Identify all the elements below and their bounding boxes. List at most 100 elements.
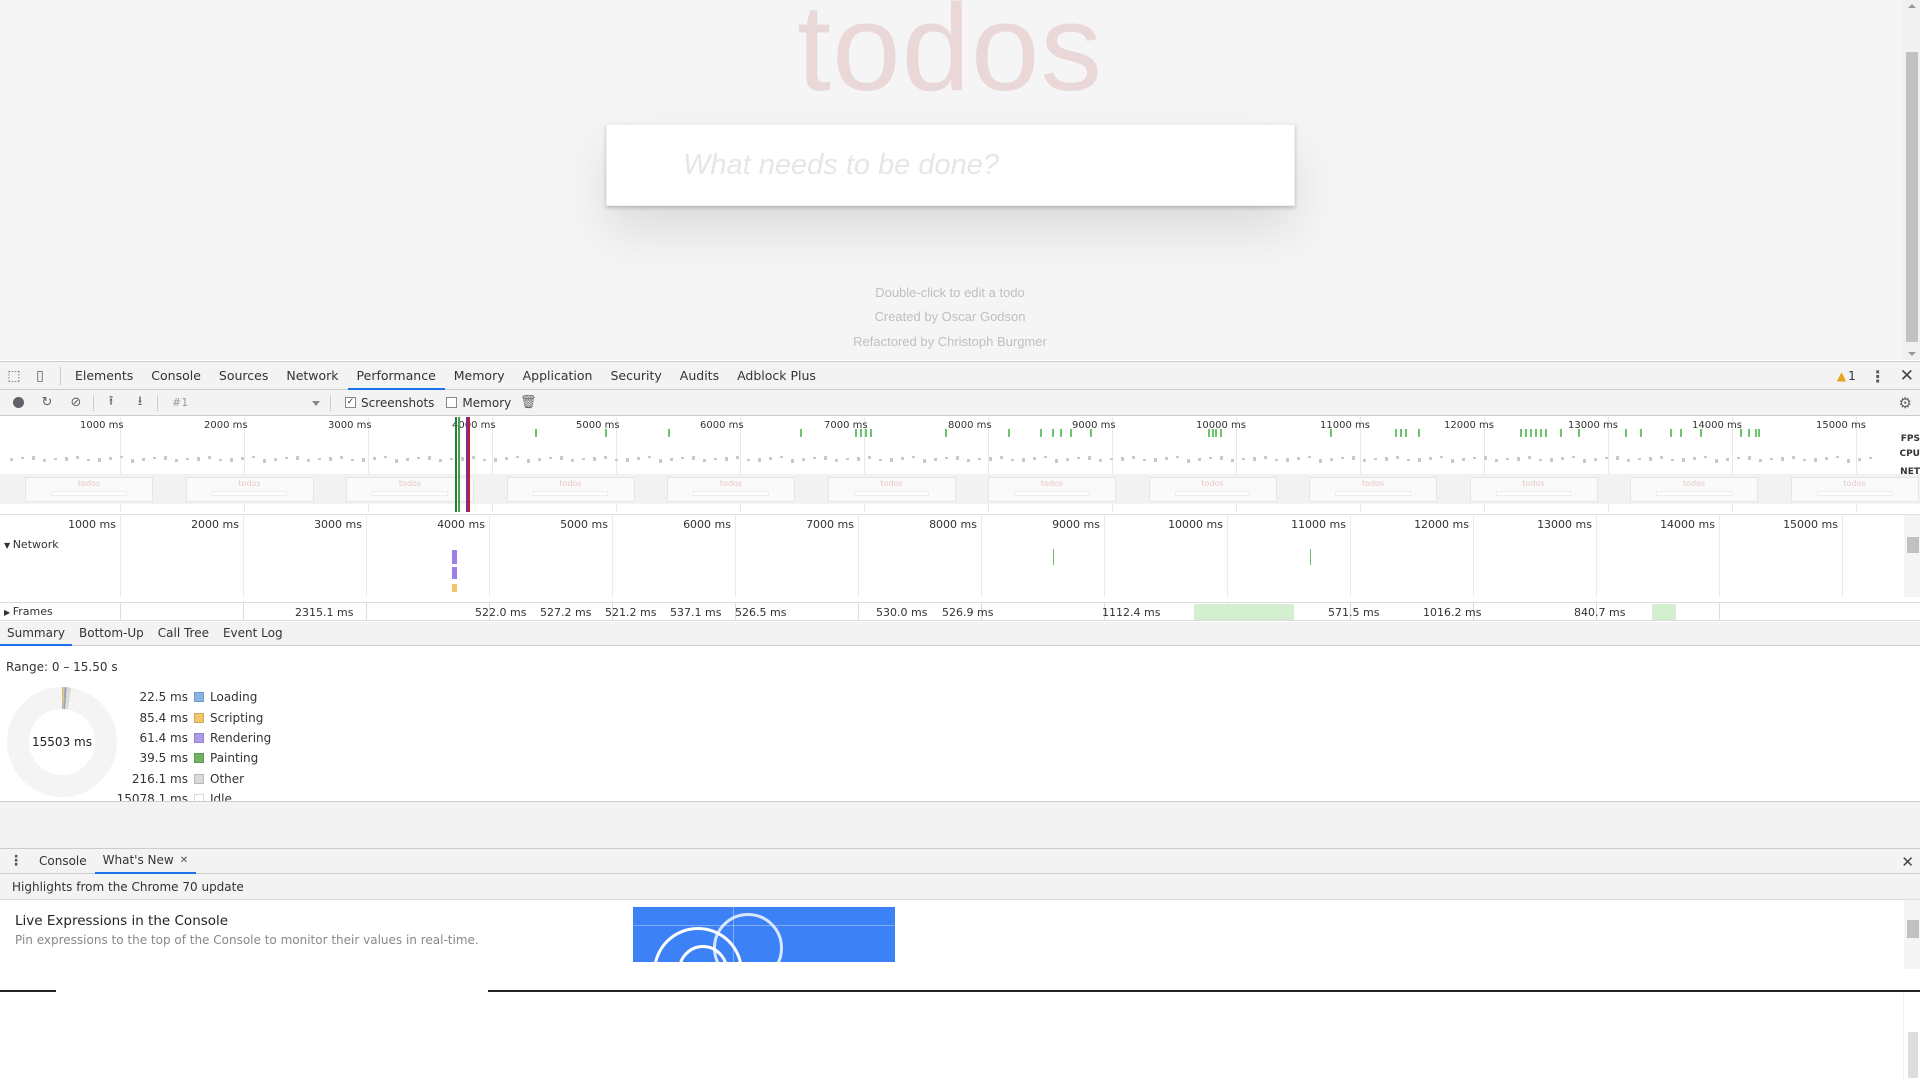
tab-security[interactable]: Security [601, 362, 670, 390]
performance-overview[interactable]: 1000 ms 2000 ms 3000 ms 4000 ms 5000 ms 6000 … [0, 417, 1920, 512]
tab-console[interactable]: Console [142, 362, 210, 390]
profile-select[interactable]: #1 [170, 394, 324, 412]
scroll-down-arrow-icon[interactable] [1908, 352, 1916, 356]
drawer-menu-icon[interactable]: ⋮ [9, 853, 23, 869]
cpu-activity-mark [1781, 457, 1784, 461]
tab-elements[interactable]: Elements [66, 362, 142, 390]
whats-new-scroll-thumb[interactable] [1907, 920, 1919, 938]
frame-duration[interactable]: 2315.1 ms [295, 606, 353, 619]
screenshots-checkbox[interactable]: ✓ Screenshots [345, 396, 434, 410]
timeline-tick-label: 8000 ms [929, 518, 977, 531]
tab-call-tree[interactable]: Call Tree [151, 622, 216, 646]
frame-duration[interactable]: 530.0 ms [876, 606, 927, 619]
collect-garbage-icon[interactable]: 🗑 [517, 392, 539, 414]
device-toolbar-icon[interactable]: ▯ [32, 368, 48, 384]
devtools-menu-icon[interactable]: ⋮ [1870, 367, 1886, 386]
page-scrollbar[interactable] [1903, 0, 1920, 360]
frame-block[interactable] [1652, 604, 1676, 620]
frame-duration[interactable]: 537.1 ms [670, 606, 721, 619]
screenshot-thumbnail[interactable]: todos [1309, 477, 1437, 502]
cpu-activity-mark [1077, 457, 1080, 459]
close-tab-icon[interactable]: ✕ [180, 848, 188, 873]
frame-duration[interactable]: 526.5 ms [735, 606, 786, 619]
whats-new-content: Live Expressions in the Console Pin expr… [0, 900, 1920, 969]
clear-button[interactable]: ⊘ [65, 392, 87, 414]
screenshot-thumbnail[interactable]: todos [1790, 477, 1919, 502]
timeline-gridline [366, 515, 367, 597]
screenshot-thumbnail[interactable]: todos [506, 477, 635, 502]
screenshots-checkbox-box[interactable]: ✓ [345, 397, 356, 408]
capture-settings-icon[interactable]: ⚙ [1899, 394, 1912, 412]
cpu-activity-mark [846, 458, 849, 460]
tab-performance[interactable]: Performance [347, 362, 445, 390]
inspect-element-icon[interactable]: ⬚ [6, 368, 22, 384]
scroll-up-arrow-icon[interactable] [1908, 4, 1916, 8]
close-devtools-icon[interactable]: ✕ [1900, 366, 1914, 386]
tab-application[interactable]: Application [514, 362, 602, 390]
network-request-bar[interactable] [452, 550, 457, 564]
cpu-activity-mark [417, 457, 420, 459]
page-scroll-thumb[interactable] [1906, 52, 1918, 342]
tab-audits[interactable]: Audits [671, 362, 728, 390]
timeline-scroll-thumb[interactable] [1907, 537, 1919, 553]
warning-badge[interactable]: ▲ 1 [1837, 369, 1856, 383]
cpu-activity-mark [1858, 458, 1861, 461]
load-profile-button[interactable]: ⭱ [100, 392, 122, 414]
feature-title[interactable]: Live Expressions in the Console [15, 913, 228, 929]
tab-summary[interactable]: Summary [0, 622, 72, 646]
tab-sources[interactable]: Sources [210, 362, 277, 390]
frame-duration[interactable]: 521.2 ms [605, 606, 656, 619]
frame-duration[interactable]: 526.9 ms [942, 606, 993, 619]
reload-record-button[interactable]: ↻ [36, 392, 58, 414]
frame-duration[interactable]: 840.7 ms [1574, 606, 1625, 619]
screenshot-thumbnail[interactable]: todos [988, 477, 1116, 502]
screenshot-thumbnail[interactable]: todos [185, 477, 314, 502]
whats-new-scrollbar[interactable] [1904, 900, 1920, 969]
cpu-activity-mark [725, 457, 728, 461]
cpu-activity-mark [1396, 456, 1399, 459]
cpu-activity-mark [285, 457, 288, 459]
memory-checkbox[interactable]: Memory [446, 396, 511, 410]
network-track-label[interactable]: Network [4, 538, 59, 551]
thumbnail-title: todos [1843, 479, 1866, 488]
tab-memory[interactable]: Memory [445, 362, 514, 390]
drawer-resizer[interactable] [0, 801, 1920, 848]
frame-duration[interactable]: 1016.2 ms [1423, 606, 1481, 619]
new-todo-input[interactable] [606, 124, 1295, 206]
screenshot-thumbnail[interactable]: todos [1630, 477, 1758, 502]
tab-event-log[interactable]: Event Log [216, 622, 290, 646]
network-request-bar[interactable] [1053, 549, 1054, 565]
drawer-tab-whats-new[interactable]: What's New ✕ [94, 848, 197, 874]
network-request-bar[interactable] [452, 567, 457, 579]
selection-marker[interactable] [468, 417, 470, 512]
selection-marker[interactable] [455, 417, 457, 512]
tab-adblock-plus[interactable]: Adblock Plus [728, 362, 825, 390]
outer-scrollbar[interactable] [1903, 992, 1920, 1080]
screenshot-thumbnail[interactable]: todos [667, 477, 795, 502]
frame-duration[interactable]: 571.5 ms [1328, 606, 1379, 619]
outer-scroll-thumb[interactable] [1908, 1032, 1918, 1078]
tab-bottom-up[interactable]: Bottom-Up [72, 622, 151, 646]
close-drawer-icon[interactable]: ✕ [1901, 853, 1914, 871]
screenshot-thumbnail[interactable]: todos [827, 477, 956, 502]
memory-checkbox-box[interactable] [446, 397, 458, 408]
timeline-network-track[interactable]: Network 1000 ms 2000 ms 3000 ms 4000 ms 5000… [0, 514, 1920, 597]
selection-marker[interactable] [458, 417, 460, 512]
timeline-scrollbar[interactable] [1904, 515, 1920, 597]
screenshot-thumbnail[interactable]: todos [1469, 477, 1598, 502]
frame-duration[interactable]: 527.2 ms [540, 606, 591, 619]
drawer-tab-console[interactable]: Console [31, 849, 95, 874]
screenshot-thumbnail[interactable]: todos [1148, 477, 1277, 502]
save-profile-button[interactable]: ⭳ [129, 392, 151, 414]
tab-network[interactable]: Network [277, 362, 347, 390]
frames-track[interactable]: Frames 2315.1 ms 522.0 ms 527.2 ms 521.2 ms… [0, 602, 1920, 621]
record-button[interactable] [7, 392, 29, 414]
network-request-bar[interactable] [452, 584, 457, 592]
network-request-bar[interactable] [1310, 549, 1311, 565]
frame-block[interactable] [1194, 604, 1294, 620]
frames-track-label[interactable]: Frames [4, 605, 53, 618]
screenshot-thumbnail[interactable]: todos [25, 477, 153, 502]
frame-duration[interactable]: 522.0 ms [475, 606, 526, 619]
frame-duration[interactable]: 1112.4 ms [1102, 606, 1160, 619]
timeline-tick-label: 1000 ms [68, 518, 116, 531]
